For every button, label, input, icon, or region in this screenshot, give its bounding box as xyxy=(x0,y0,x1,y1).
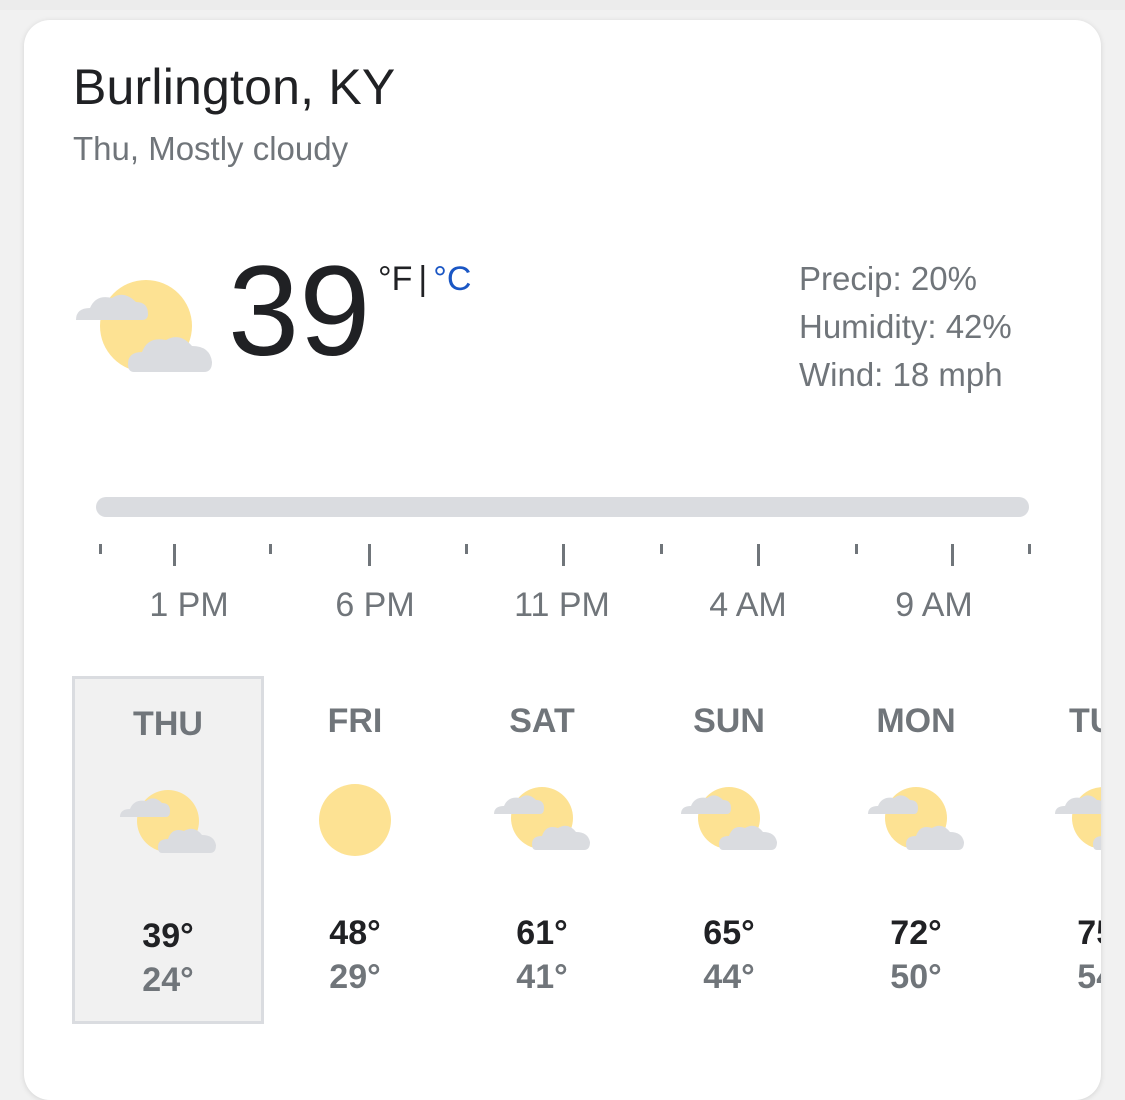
partly-cloudy-icon xyxy=(494,787,590,850)
partly-cloudy-icon xyxy=(120,790,216,853)
timeline-tick xyxy=(269,544,272,554)
day-fri[interactable]: FRI 48° 29° xyxy=(259,676,451,1024)
weather-details: Precip: 20% Humidity: 42% Wind: 18 mph xyxy=(799,255,1012,399)
partly-cloudy-icon xyxy=(868,787,964,850)
timeline-tick xyxy=(951,544,954,566)
day-high-temp: 75° xyxy=(1077,914,1101,952)
unit-toggle: °F | °C xyxy=(378,260,471,299)
timeline-tick xyxy=(1028,544,1031,554)
day-low-temp: 41° xyxy=(516,958,568,996)
unit-separator: | xyxy=(418,260,428,298)
timeline-tick xyxy=(465,544,468,554)
day-name: TUE xyxy=(1069,702,1101,740)
time-label: 1 PM xyxy=(149,586,229,624)
day-mon[interactable]: MON 72° 50° xyxy=(820,676,1012,1024)
day-tue[interactable]: TUE 75° 54° xyxy=(1007,676,1101,1024)
day-sun[interactable]: SUN 65° 44° xyxy=(633,676,825,1024)
current-temperature: 39 xyxy=(228,240,371,383)
timeline-tick xyxy=(660,544,663,554)
time-label: 11 PM xyxy=(514,586,610,624)
timeline-tick xyxy=(562,544,565,566)
sunny-icon xyxy=(319,784,391,856)
hourly-timeline-bar[interactable] xyxy=(96,497,1029,517)
day-name: MON xyxy=(876,702,956,740)
time-label: 9 AM xyxy=(895,586,973,624)
day-name: SUN xyxy=(693,702,765,740)
timeline-tick xyxy=(368,544,371,566)
day-high-temp: 48° xyxy=(329,914,381,952)
time-label: 6 PM xyxy=(335,586,415,624)
humidity-text: Humidity: 42% xyxy=(799,308,1012,345)
weather-subtitle: Thu, Mostly cloudy xyxy=(73,130,349,167)
timeline-tick xyxy=(757,544,760,566)
day-high-temp: 65° xyxy=(703,914,755,952)
unit-fahrenheit[interactable]: °F xyxy=(378,260,412,298)
partly-cloudy-icon xyxy=(76,280,212,372)
time-label: 4 AM xyxy=(709,586,787,624)
top-strip xyxy=(0,0,1125,10)
day-high-temp: 72° xyxy=(890,914,942,952)
day-low-temp: 24° xyxy=(142,961,194,999)
day-name: SAT xyxy=(509,702,575,740)
daily-forecast: THU 39° 24° FRI 48° 29° SAT 61° 41° SUN … xyxy=(24,676,1101,1026)
partly-cloudy-icon xyxy=(681,787,777,850)
day-high-temp: 61° xyxy=(516,914,568,952)
timeline-tick xyxy=(173,544,176,566)
wind-text: Wind: 18 mph xyxy=(799,356,1003,393)
location-title: Burlington, KY xyxy=(73,59,396,115)
timeline-ticks xyxy=(24,544,1101,574)
precip-text: Precip: 20% xyxy=(799,260,977,297)
day-low-temp: 29° xyxy=(329,958,381,996)
timeline-tick xyxy=(99,544,102,554)
unit-celsius-link[interactable]: °C xyxy=(433,260,471,298)
day-low-temp: 44° xyxy=(703,958,755,996)
timeline-tick xyxy=(855,544,858,554)
day-name: THU xyxy=(133,705,203,743)
day-sat[interactable]: SAT 61° 41° xyxy=(446,676,638,1024)
day-high-temp: 39° xyxy=(142,917,194,955)
day-low-temp: 54° xyxy=(1077,958,1101,996)
weather-card: Burlington, KY Thu, Mostly cloudy 39 °F |… xyxy=(24,20,1101,1100)
timeline-labels: 1 PM 6 PM 11 PM 4 AM 9 AM xyxy=(24,586,1101,626)
day-low-temp: 50° xyxy=(890,958,942,996)
partly-cloudy-icon xyxy=(1055,787,1101,850)
day-thu[interactable]: THU 39° 24° xyxy=(72,676,264,1024)
day-name: FRI xyxy=(327,702,383,740)
